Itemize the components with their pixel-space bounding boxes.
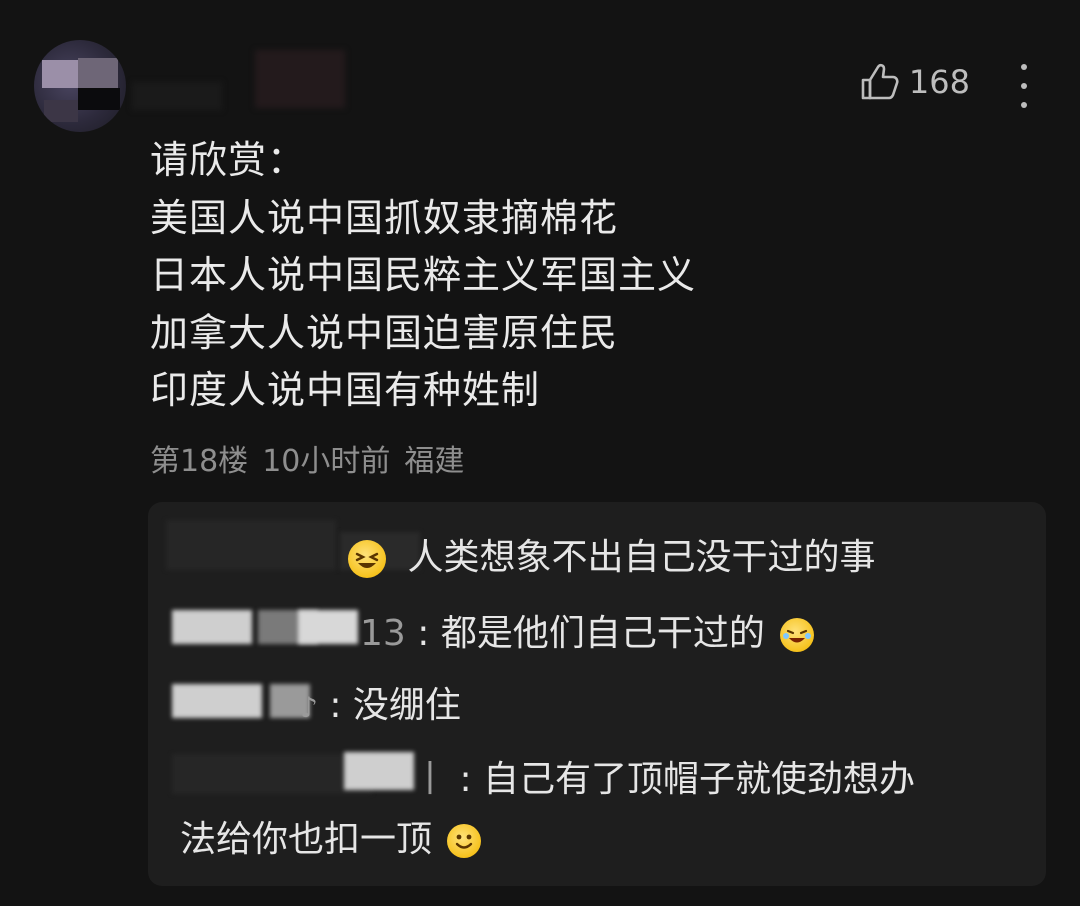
comment-meta: 第18楼 10小时前 福建: [150, 436, 464, 480]
more-vertical-icon: [1021, 64, 1027, 70]
comment-line: 加拿大人说中国迫害原住民: [150, 310, 619, 355]
reply-username-redacted[interactable]: [172, 610, 252, 644]
reply-item-continued: 法给你也扣一顶: [180, 810, 485, 862]
reply-text: 都是他们自己干过的: [440, 613, 765, 654]
location: 福建: [404, 444, 465, 479]
smile-emoji-icon: [447, 824, 482, 858]
username-redacted-part: [255, 50, 345, 108]
avatar[interactable]: [34, 40, 126, 132]
reply-item[interactable]: ♪ : 没绷住: [300, 676, 461, 728]
thumbs-up-icon: [861, 63, 899, 100]
comment-line: 印度人说中国有种姓制: [150, 368, 541, 412]
reply-item[interactable]: 13 : 都是他们自己干过的: [360, 604, 818, 656]
comment-line: 请欣赏：: [150, 138, 307, 182]
reply-username-tail: ♪: [300, 691, 318, 724]
reply-text-line2: 法给你也扣一顶: [180, 819, 433, 860]
comment-line: 美国人说中国抓奴隶摘棉花: [150, 195, 619, 240]
reply-username-tail: 丨: [412, 759, 449, 800]
comment-body: 请欣赏： 美国人说中国抓奴隶摘棉花 日本人说中国民粹主义军国主义 加拿大人说中国…: [150, 132, 696, 420]
reply-username-redacted[interactable]: [172, 684, 262, 718]
comment-line: 日本人说中国民粹主义军国主义: [150, 253, 697, 297]
floor-number: 第18楼: [150, 444, 249, 479]
reply-username-tail: 13: [360, 613, 406, 654]
reply-box[interactable]: 人类想象不出自己没干过的事 13 : 都是他们自己干过的 ♪ : 没绷住 丨:…: [148, 502, 1046, 886]
reply-text: 没绷住: [352, 685, 461, 726]
laughing-tears-emoji-icon: [780, 618, 815, 652]
reply-text-line1: 自己有了顶帽子就使劲想办: [483, 759, 916, 800]
timestamp: 10小时前: [262, 444, 391, 479]
like-button[interactable]: 168: [857, 60, 970, 104]
reply-username-redacted[interactable]: [166, 520, 336, 570]
laughing-squint-emoji-icon: [348, 540, 386, 578]
reply-username-redacted[interactable]: [172, 754, 372, 794]
reply-item[interactable]: 人类想象不出自己没干过的事: [344, 528, 875, 580]
username-redacted[interactable]: [132, 82, 222, 110]
comment-screen: 168 请欣赏： 美国人说中国抓奴隶摘棉花 日本人说中国民粹主义军国主义 加拿大…: [0, 0, 1080, 906]
reply-item[interactable]: 丨 : 自己有了顶帽子就使劲想办: [412, 750, 915, 802]
like-count: 168: [908, 63, 970, 101]
more-options-button[interactable]: [1012, 64, 1036, 108]
reply-text: 人类想象不出自己没干过的事: [407, 537, 876, 578]
